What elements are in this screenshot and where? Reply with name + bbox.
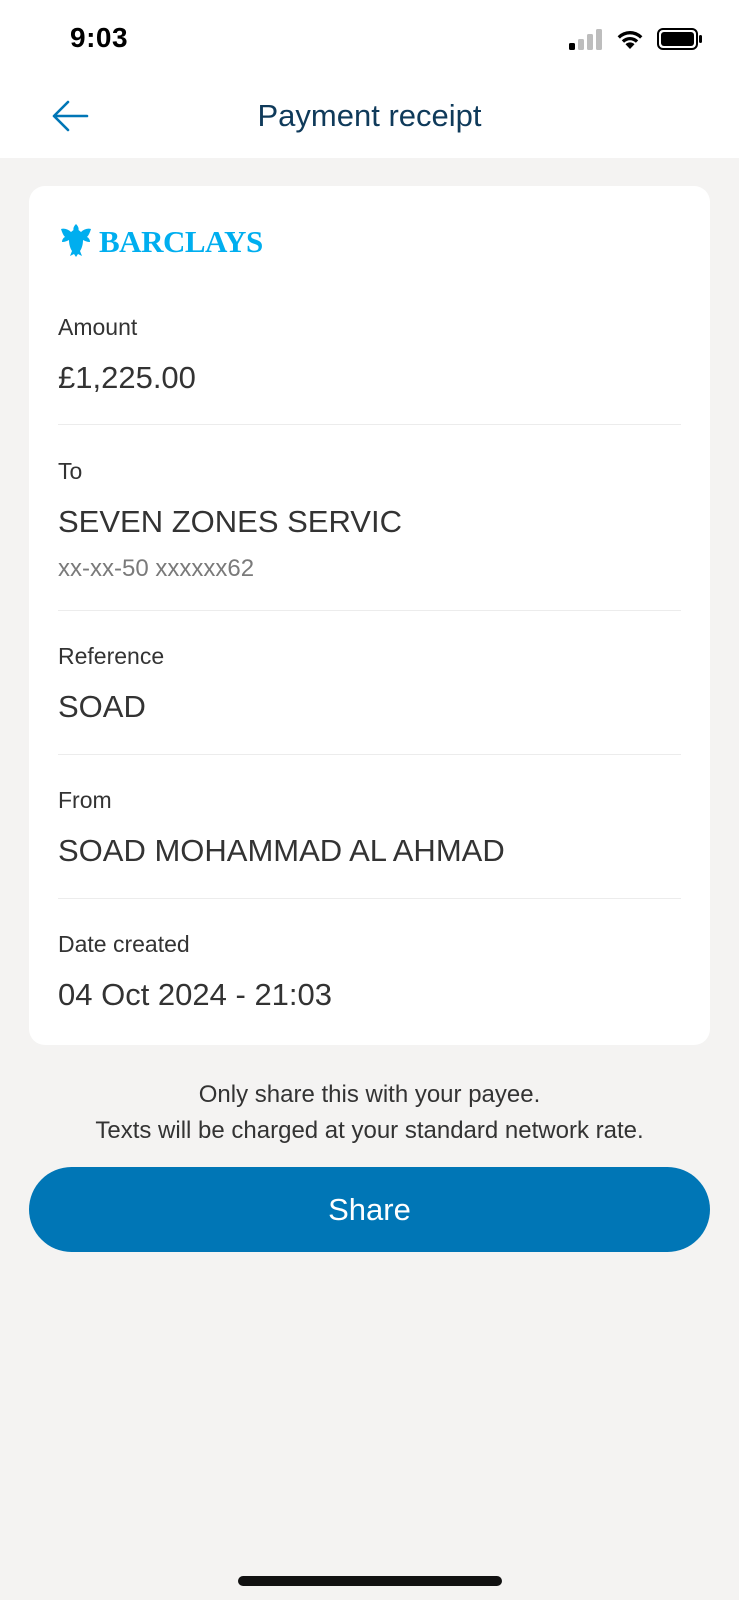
amount-field: Amount £1,225.00 [58,312,681,398]
divider [58,424,681,425]
receipt-card: BARCLAYS Amount £1,225.00 To SEVEN ZONES… [29,186,710,1045]
status-icons [569,26,703,56]
page-title: Payment receipt [257,98,482,133]
home-indicator[interactable] [238,1576,502,1586]
from-field: From SOAD MOHAMMAD AL AHMAD [58,785,681,871]
divider [58,754,681,755]
reference-field: Reference SOAD [58,641,681,727]
share-notice-line-2: Texts will be charged at your standard n… [95,1117,644,1144]
cellular-signal-icon [569,28,603,55]
navigation-header: Payment receipt [0,80,739,158]
payee-name: SEVEN ZONES SERVIC [58,504,402,539]
amount-value: £1,225.00 [58,360,196,395]
from-label: From [58,787,112,813]
to-label: To [58,458,83,484]
divider [58,610,681,611]
amount-label: Amount [58,314,138,340]
status-time: 9:03 [70,22,129,53]
status-bar: 9:03 [0,0,739,80]
barclays-logo: BARCLAYS [59,222,263,262]
date-created-label: Date created [58,931,190,957]
divider [58,898,681,899]
reference-value: SOAD [58,689,146,724]
date-created-field: Date created 04 Oct 2024 - 21:03 [58,929,681,1015]
eagle-icon [59,222,93,263]
brand-name: BARCLAYS [99,224,263,259]
reference-label: Reference [58,643,165,669]
to-field: To SEVEN ZONES SERVIC xx-xx-50 xxxxxx62 [58,456,681,584]
payee-account: xx-xx-50 xxxxxx62 [58,555,255,582]
share-button[interactable]: Share [29,1167,710,1252]
battery-icon [657,27,703,55]
wifi-icon [615,28,645,55]
share-notice-line-1: Only share this with your payee. [198,1081,541,1108]
from-value: SOAD MOHAMMAD AL AHMAD [58,833,505,868]
date-created-value: 04 Oct 2024 - 21:03 [58,977,333,1012]
